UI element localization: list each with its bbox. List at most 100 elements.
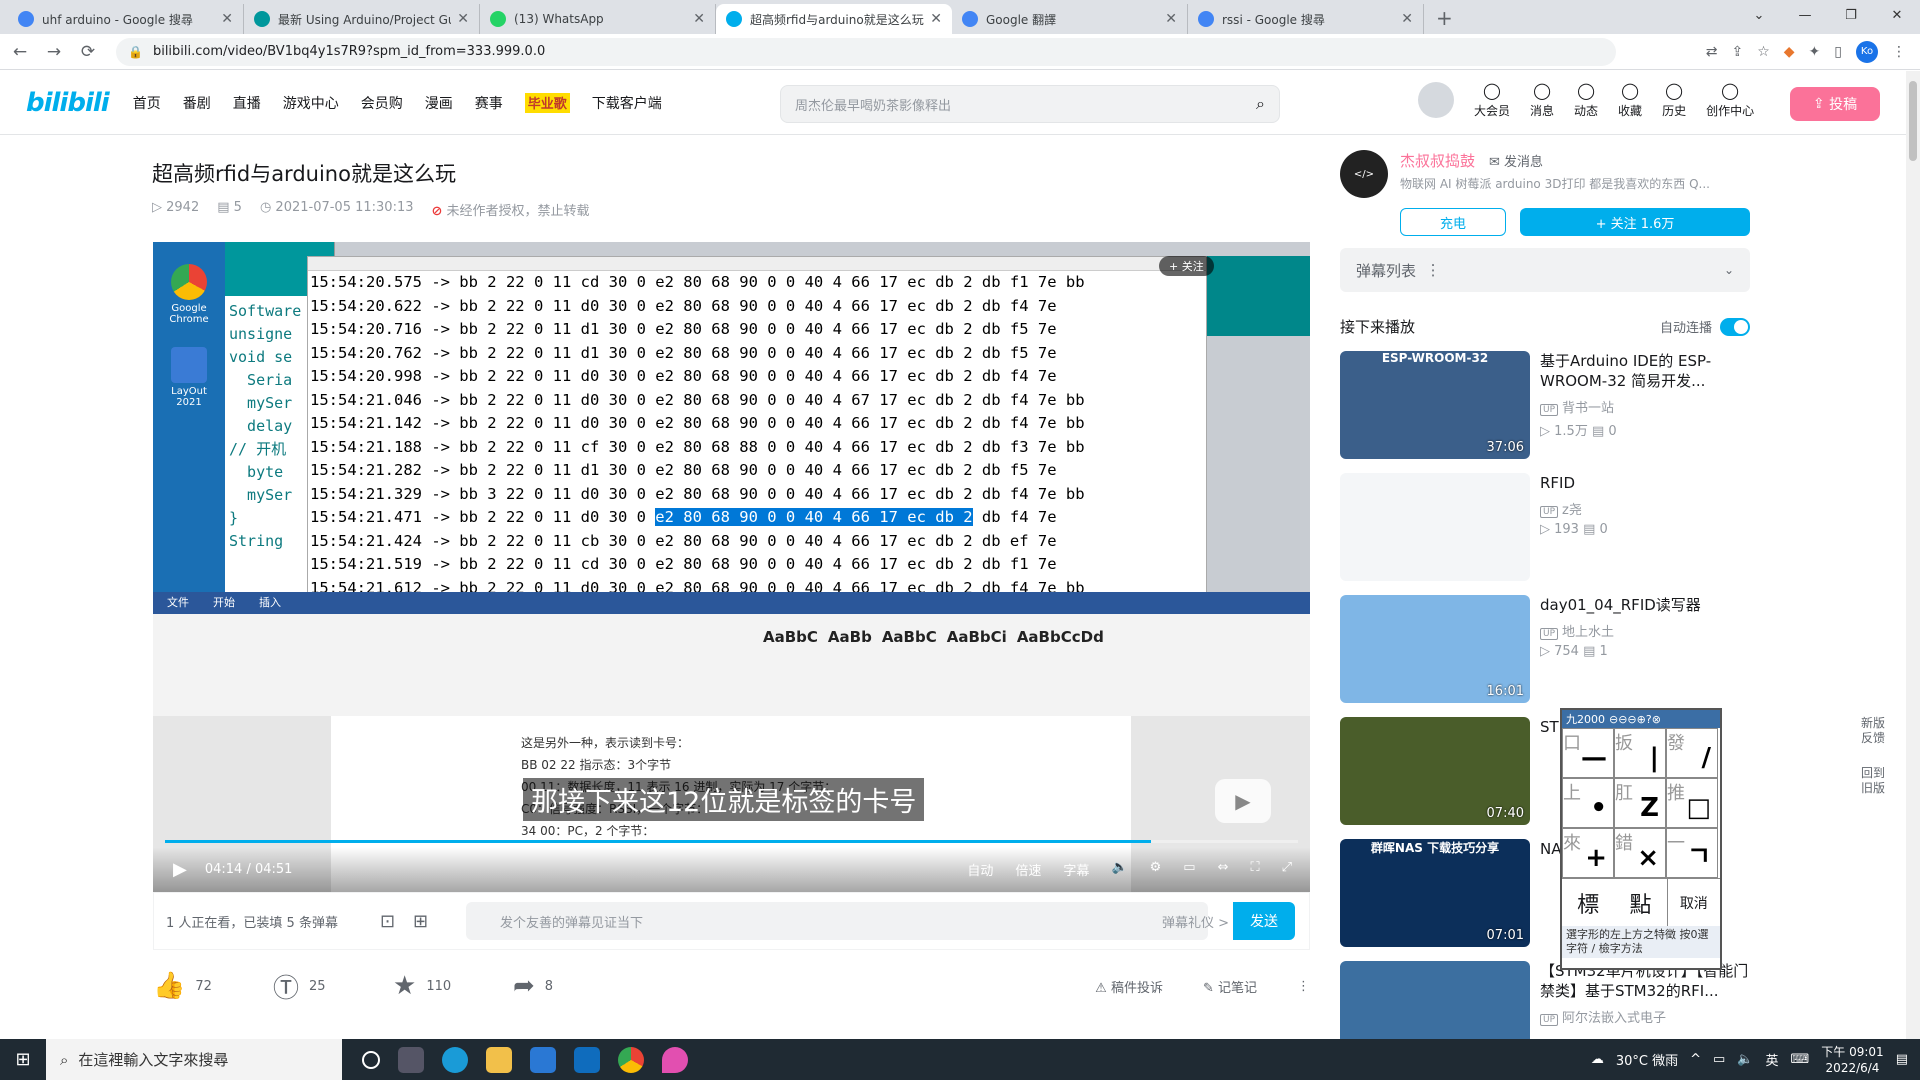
close-icon[interactable]: ✕ xyxy=(1401,11,1413,27)
video-thumbnail[interactable] xyxy=(1340,473,1530,581)
ime-key[interactable]: 錯 × xyxy=(1614,828,1666,878)
store-icon[interactable] xyxy=(530,1046,556,1073)
page-scrollbar[interactable] xyxy=(1906,71,1920,1039)
browser-tab[interactable]: 超高频rfid与arduino就是这么玩 ✕ xyxy=(716,4,952,34)
danmaku-toggle-icon[interactable]: ⊡ xyxy=(380,911,395,932)
network-icon[interactable]: ▭ xyxy=(1713,1052,1725,1067)
task-view-icon[interactable] xyxy=(398,1046,424,1073)
bilibili-logo[interactable]: bilibili xyxy=(26,88,110,118)
uploader-name[interactable]: 杰叔叔捣鼓 xyxy=(1400,152,1475,170)
minimize-button[interactable]: — xyxy=(1782,0,1828,30)
new-feedback-link[interactable]: 新版反馈 xyxy=(1858,716,1888,746)
note-button[interactable]: ✎ 记笔记 xyxy=(1203,977,1257,996)
player-control-label[interactable]: 倍速 xyxy=(1015,860,1041,879)
recommend-title[interactable]: day01_04_RFID读写器 xyxy=(1540,595,1750,615)
kebab-menu-icon[interactable]: ⋮ xyxy=(1892,44,1906,60)
report-button[interactable]: ⚠ 稿件投诉 xyxy=(1095,977,1163,996)
close-icon[interactable]: ✕ xyxy=(1165,11,1177,27)
recommend-item[interactable]: ESP-WROOM-32 37:06 基于Arduino IDE的 ESP-WROO… xyxy=(1340,351,1750,459)
recommend-author[interactable]: UP z尧 xyxy=(1540,499,1750,518)
browser-tab[interactable]: 最新 Using Arduino/Project Gu ✕ xyxy=(244,4,480,34)
settings-icon[interactable]: ⚙ xyxy=(1150,860,1162,879)
like-button[interactable]: 👍 72 xyxy=(153,971,273,1001)
ime-key[interactable]: 推 □ xyxy=(1666,778,1718,828)
windows-start-icon[interactable]: ⊞ xyxy=(0,1049,46,1070)
cortana-icon[interactable] xyxy=(362,1050,380,1069)
ime-key[interactable]: 來 + xyxy=(1562,828,1614,878)
notification-icon[interactable]: ▤ xyxy=(1896,1052,1908,1067)
chevron-down-icon[interactable]: ⌄ xyxy=(1724,263,1734,277)
send-message-link[interactable]: ✉ 发消息 xyxy=(1489,155,1543,170)
follow-badge[interactable]: + 关注 xyxy=(1159,256,1214,276)
menu-item[interactable]: 下载客户端 xyxy=(592,93,662,113)
webfullscreen-icon[interactable]: ⛶ xyxy=(1250,860,1259,879)
menu-item[interactable]: 首页 xyxy=(133,93,161,113)
menu-item[interactable]: 漫画 xyxy=(425,93,453,113)
player-control-label[interactable]: 自动 xyxy=(967,860,993,879)
ime-key[interactable]: 肛Z xyxy=(1614,778,1666,828)
ime-key[interactable]: 上 • xyxy=(1562,778,1614,828)
uploader-avatar[interactable]: </> xyxy=(1340,150,1388,198)
browser-tab[interactable]: (13) WhatsApp ✕ xyxy=(480,4,716,34)
edge-icon[interactable] xyxy=(442,1046,468,1073)
nav-item[interactable]: ◯ 创作中心 xyxy=(1706,81,1754,119)
maximize-button[interactable]: ❐ xyxy=(1828,0,1874,30)
big-play-icon[interactable]: ▶ xyxy=(1215,779,1271,823)
ime-key[interactable]: 扳 | xyxy=(1614,728,1666,778)
profile-avatar[interactable]: Ko xyxy=(1856,40,1878,63)
nav-item[interactable]: ◯ 历史 xyxy=(1662,81,1686,119)
video-player[interactable]: Google Chrome LayOut 2021 Software unsig… xyxy=(153,242,1310,892)
volume-icon[interactable]: 🔈 xyxy=(1111,860,1127,879)
chrome-icon[interactable] xyxy=(618,1046,644,1073)
puzzle-icon[interactable]: ✦ xyxy=(1809,44,1821,60)
browser-tab[interactable]: uhf arduino - Google 搜尋 ✕ xyxy=(8,4,244,34)
bookmark-star-icon[interactable]: ☆ xyxy=(1757,44,1770,60)
browser-tab[interactable]: rssi - Google 搜尋 ✕ xyxy=(1188,4,1424,34)
tray-chevron-icon[interactable]: ^ xyxy=(1690,1052,1701,1067)
danmaku-list-panel[interactable]: 弹幕列表 ⋮ ⌄ xyxy=(1340,248,1750,292)
danmaku-input[interactable]: 发个友善的弹幕见证当下 xyxy=(466,902,1208,940)
clock[interactable]: 下午 09:01 2022/6/4 xyxy=(1821,1044,1883,1076)
close-icon[interactable]: ✕ xyxy=(693,11,705,27)
upload-button[interactable]: ⇪ 投稿 xyxy=(1790,87,1880,121)
menu-item[interactable]: 游戏中心 xyxy=(283,93,339,113)
search-input[interactable]: 周杰伦最早喝奶茶影像释出 ⌕ xyxy=(780,85,1280,123)
video-thumbnail[interactable]: 16:01 xyxy=(1340,595,1530,703)
ime-indicator[interactable]: 英 xyxy=(1766,1050,1779,1069)
coin-button[interactable]: Ⓣ 25 xyxy=(273,968,393,1005)
browser-tab[interactable]: Google 翻譯 ✕ xyxy=(952,4,1188,34)
menu-item[interactable]: 会员购 xyxy=(361,93,403,113)
recommend-title[interactable]: RFID xyxy=(1540,473,1750,493)
nav-item[interactable]: ◯ 收藏 xyxy=(1618,81,1642,119)
player-control-label[interactable]: 字幕 xyxy=(1063,860,1089,879)
new-tab-button[interactable]: + xyxy=(1424,4,1465,34)
video-thumbnail[interactable]: 07:40 xyxy=(1340,717,1530,825)
ime-key[interactable]: 口 — xyxy=(1562,728,1614,778)
recommend-author[interactable]: UP 背书一站 xyxy=(1540,397,1750,416)
recommend-author[interactable]: UP 地上水土 xyxy=(1540,621,1750,640)
play-icon[interactable]: ▶ xyxy=(173,859,187,880)
more-icon[interactable]: ⋮ xyxy=(1297,979,1310,994)
translate-icon[interactable]: ⇄ xyxy=(1706,44,1718,60)
reload-icon[interactable]: ⟳ xyxy=(74,42,102,62)
menu-item[interactable]: 直播 xyxy=(233,93,261,113)
forward-icon[interactable]: → xyxy=(40,42,68,62)
menu-item[interactable]: 赛事 xyxy=(475,93,503,113)
nav-item[interactable]: ◯ 动态 xyxy=(1574,81,1598,119)
ime-bottom-key[interactable]: 取消 xyxy=(1666,879,1720,926)
send-button[interactable]: 发送 xyxy=(1233,902,1295,940)
menu-item[interactable]: 毕业歌 xyxy=(524,92,570,113)
share-button[interactable]: ➦ 8 xyxy=(513,971,633,1001)
ime-key[interactable]: 發 / xyxy=(1666,728,1718,778)
ime-bottom-key[interactable]: 標 xyxy=(1562,887,1614,919)
fullscreen-icon[interactable]: ⤢ xyxy=(1282,860,1292,879)
ime-tool-icons[interactable]: ⊖⊖⊖⊕?⊗ xyxy=(1609,713,1661,726)
weather-text[interactable]: 30°C 微雨 xyxy=(1616,1050,1678,1069)
nav-item[interactable]: ◯ 消息 xyxy=(1530,81,1554,119)
mail-icon[interactable] xyxy=(574,1046,600,1073)
nav-item[interactable]: ◯ 大会员 xyxy=(1474,81,1510,119)
tab-search-icon[interactable]: ⌄ xyxy=(1736,0,1782,30)
follow-button[interactable]: + 关注 1.6万 xyxy=(1520,208,1750,236)
explorer-icon[interactable] xyxy=(486,1046,512,1073)
pip-icon[interactable]: ▭ xyxy=(1183,860,1195,879)
